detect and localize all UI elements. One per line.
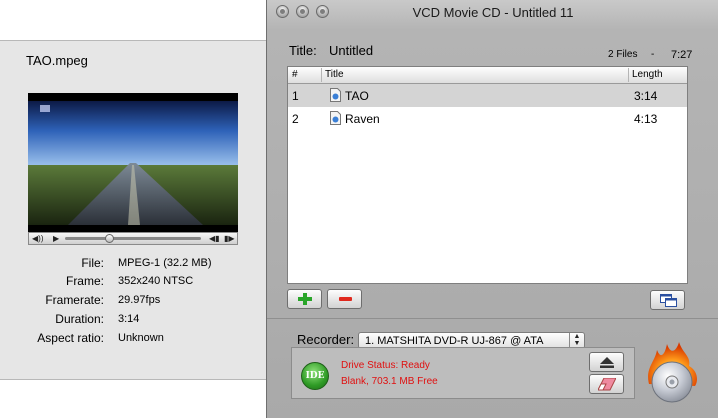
info-row-file: File: MPEG-1 (32.2 MB) — [81, 256, 212, 270]
info-row-frame: Frame: 352x240 NTSC — [65, 274, 194, 288]
road-video-frame — [28, 93, 238, 232]
disc-title-field[interactable]: Untitled — [329, 43, 373, 58]
info-row-aspect-ratio: Aspect ratio: Unknown — [37, 331, 164, 345]
eraser-icon — [598, 378, 616, 391]
recorder-selected-value: 1. MATSHITA DVD-R UJ-867 @ ATA — [365, 335, 544, 347]
plus-icon — [298, 293, 312, 305]
video-preview[interactable] — [28, 93, 238, 232]
files-count: 2 Files — [608, 49, 638, 60]
info-row-framerate: Framerate: 29.97fps — [45, 293, 161, 307]
scrubber-knob[interactable] — [104, 234, 114, 243]
video-controller: ◀)) ▶ ◀▮ ▮▶ — [28, 232, 238, 245]
files-separator: - — [651, 49, 655, 60]
column-header-title[interactable]: Title — [325, 69, 344, 80]
add-track-button[interactable] — [287, 289, 322, 309]
media-status-text: Blank, 703.1 MB Free — [341, 376, 438, 387]
remove-track-button[interactable] — [327, 289, 362, 309]
info-row-duration: Duration: 3:14 — [55, 312, 140, 326]
inspector-filename: TAO.mpeg — [26, 53, 88, 68]
column-header-number[interactable]: # — [292, 69, 298, 80]
table-header: # Title Length — [288, 67, 687, 84]
table-row[interactable]: 1 TAO 3:14 — [288, 84, 687, 107]
movie-inspector-panel: TAO.mpeg ◀)) ▶ ◀▮ ▮▶ File: MPEG-1 (32.2 … — [0, 40, 268, 380]
recorder-label: Recorder: — [297, 332, 355, 347]
eject-button[interactable] — [589, 352, 624, 372]
total-length: 7:27 — [671, 49, 693, 61]
video-scrubber[interactable] — [65, 234, 201, 243]
table-row[interactable]: 2 Raven 4:13 — [288, 107, 687, 130]
play-icon[interactable]: ▶ — [53, 233, 59, 244]
mpeg-file-icon — [330, 88, 341, 102]
volume-icon[interactable]: ◀)) — [32, 233, 43, 244]
minus-icon — [339, 297, 352, 301]
mpeg-file-icon — [330, 111, 341, 125]
vcd-project-window: VCD Movie CD - Untitled 11 Title: Untitl… — [266, 0, 718, 418]
show-windows-button[interactable] — [650, 290, 685, 310]
section-divider — [267, 318, 718, 319]
disc-title-label: Title: — [289, 43, 317, 58]
ide-drive-icon: IDE — [301, 362, 329, 390]
erase-button[interactable] — [589, 374, 624, 394]
drive-status-text: Drive Status: Ready — [341, 360, 430, 371]
title-bar[interactable]: VCD Movie CD - Untitled 11 — [267, 0, 718, 24]
step-back-icon[interactable]: ◀▮ — [209, 233, 220, 244]
burn-disc-icon[interactable] — [645, 340, 699, 404]
drive-status-box: IDE Drive Status: Ready Blank, 703.1 MB … — [291, 347, 635, 399]
window-title: VCD Movie CD - Untitled 11 — [412, 5, 574, 20]
step-forward-icon[interactable]: ▮▶ — [224, 233, 235, 244]
eject-icon — [600, 357, 614, 368]
column-header-length[interactable]: Length — [632, 69, 663, 80]
windows-icon — [660, 294, 677, 307]
chevron-updown-icon: ▲ ▼ — [569, 333, 584, 348]
track-table[interactable]: # Title Length 1 TAO 3:14 2 Raven 4:13 — [287, 66, 688, 284]
